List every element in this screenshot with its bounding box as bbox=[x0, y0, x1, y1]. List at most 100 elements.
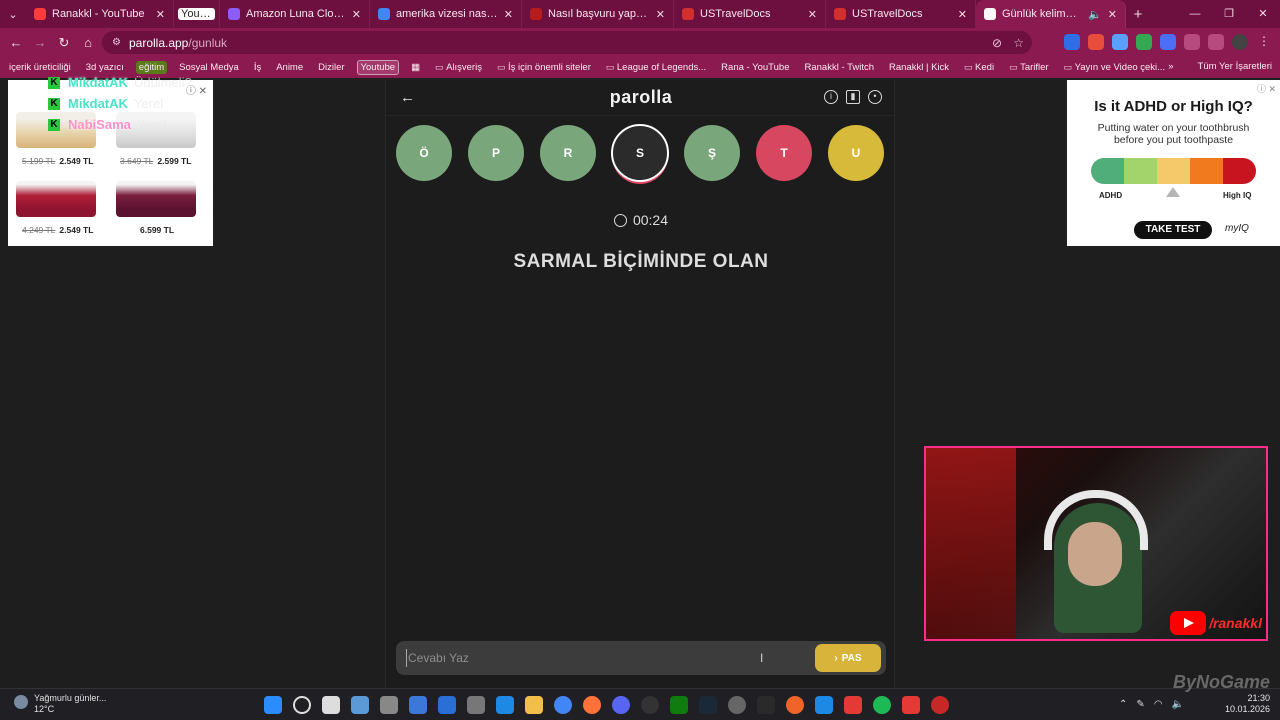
bookmark[interactable]: Anime bbox=[273, 61, 306, 74]
tab-youtube-pinned[interactable]: Youtube bbox=[174, 0, 220, 28]
site-logo[interactable]: parolla bbox=[386, 87, 896, 108]
app-icon[interactable] bbox=[380, 696, 398, 714]
right-ad[interactable]: ⓘ ✕ Is it ADHD or High IQ? Putting water… bbox=[1067, 80, 1280, 246]
tab-parolla-active[interactable]: Günlük kelime oyunu - pa🔈✕ bbox=[976, 0, 1126, 28]
spotify-icon[interactable] bbox=[873, 696, 891, 714]
close-icon[interactable]: ✕ bbox=[156, 8, 165, 21]
tab-basvuru[interactable]: Nasıl başvuru yapılır? - ABD ...✕ bbox=[522, 0, 674, 28]
tab-amerika-vizesi[interactable]: amerika vizesi nasıl alınır - Go✕ bbox=[370, 0, 522, 28]
take-test-button[interactable]: TAKE TEST bbox=[1134, 221, 1212, 239]
volume-icon[interactable]: 🔈 bbox=[1172, 699, 1184, 710]
home-icon[interactable]: ⌂ bbox=[76, 35, 100, 50]
bookmark-folder[interactable]: League of Legends... bbox=[603, 61, 709, 74]
store-icon[interactable] bbox=[438, 696, 456, 714]
extension-icon[interactable] bbox=[1088, 34, 1104, 50]
puzzle-icon[interactable] bbox=[1184, 34, 1200, 50]
letter-bubble-current[interactable]: S bbox=[611, 124, 669, 182]
extension-icon[interactable] bbox=[1136, 34, 1152, 50]
eye-off-icon[interactable]: ⊘ bbox=[992, 36, 1002, 50]
obs-icon[interactable] bbox=[641, 696, 659, 714]
settings-icon[interactable] bbox=[467, 696, 485, 714]
chevron-up-icon[interactable]: ⌃ bbox=[1119, 699, 1127, 710]
pen-icon[interactable]: ✎ bbox=[1136, 699, 1144, 710]
star-icon[interactable]: ☆ bbox=[1013, 36, 1024, 50]
kebab-menu-icon[interactable]: ⋮ bbox=[1256, 34, 1272, 50]
shoe-image[interactable] bbox=[116, 181, 196, 217]
folder-icon[interactable] bbox=[525, 696, 543, 714]
extension-icon[interactable] bbox=[1160, 34, 1176, 50]
close-icon[interactable]: ✕ bbox=[1108, 8, 1117, 21]
app-icon[interactable] bbox=[931, 696, 949, 714]
ad-close-icon[interactable]: ⓘ ✕ bbox=[1257, 82, 1276, 95]
bookmark[interactable]: İş bbox=[251, 61, 264, 74]
history-icon[interactable] bbox=[1208, 34, 1224, 50]
bookmark-folder[interactable]: İş için önemli siteler bbox=[494, 61, 594, 74]
more-chevron-icon[interactable]: » bbox=[1168, 61, 1173, 72]
minimize-icon[interactable]: — bbox=[1178, 0, 1212, 28]
site-info-icon[interactable]: ⚙ bbox=[112, 37, 121, 48]
tab-search-icon[interactable]: ⌄ bbox=[0, 0, 26, 28]
avatar[interactable] bbox=[1232, 34, 1248, 50]
new-tab-button[interactable]: + bbox=[1126, 6, 1150, 23]
weather-widget[interactable]: Yağmurlu günler... 12°C bbox=[14, 693, 106, 715]
tab-ranakkl-youtube[interactable]: Ranakkl - YouTube ✕ bbox=[26, 0, 174, 28]
app-icon[interactable] bbox=[786, 696, 804, 714]
bookmark[interactable]: Diziler bbox=[315, 61, 347, 74]
speaker-icon[interactable]: 🔈 bbox=[1088, 8, 1102, 21]
profile-icon[interactable]: • bbox=[868, 90, 882, 104]
firefox-icon[interactable] bbox=[583, 696, 601, 714]
address-bar[interactable]: ⚙ parolla.app/gunluk ⊘ ☆ bbox=[102, 31, 1032, 54]
app-icon[interactable] bbox=[844, 696, 862, 714]
search-icon[interactable] bbox=[293, 696, 311, 714]
all-bookmarks[interactable]: » Tüm Yer İşaretleri bbox=[1168, 61, 1272, 72]
wifi-icon[interactable]: ◠ bbox=[1154, 699, 1163, 710]
xbox-icon[interactable] bbox=[670, 696, 688, 714]
game-icon[interactable] bbox=[902, 696, 920, 714]
chrome-icon[interactable] bbox=[554, 696, 572, 714]
app-icon[interactable] bbox=[815, 696, 833, 714]
discord-icon[interactable] bbox=[612, 696, 630, 714]
forward-icon[interactable]: → bbox=[28, 35, 52, 50]
bookmark[interactable]: Ranakkl - Twitch bbox=[802, 61, 878, 74]
extension-icon[interactable] bbox=[1112, 34, 1128, 50]
bookmark-folder[interactable]: Yayın ve Video çeki... bbox=[1061, 61, 1169, 74]
close-icon[interactable]: ✕ bbox=[352, 8, 361, 21]
restore-icon[interactable]: ❐ bbox=[1212, 0, 1246, 28]
bookmark-folder[interactable]: Alışveriş bbox=[432, 61, 485, 74]
copilot-icon[interactable] bbox=[409, 696, 427, 714]
info-icon[interactable]: i bbox=[824, 90, 838, 104]
task-view-icon[interactable] bbox=[322, 696, 340, 714]
close-icon[interactable]: ✕ bbox=[808, 8, 817, 21]
pass-button[interactable]: › PAS bbox=[815, 644, 881, 672]
letter-bubble[interactable]: T bbox=[756, 125, 812, 181]
windows-start-icon[interactable] bbox=[264, 696, 282, 714]
steam-icon[interactable] bbox=[699, 696, 717, 714]
extension-icon[interactable] bbox=[1064, 34, 1080, 50]
tab-ustraveldocs-1[interactable]: USTravelDocs ✕ bbox=[674, 0, 826, 28]
letter-bubble[interactable]: R bbox=[540, 125, 596, 181]
app-icon[interactable] bbox=[728, 696, 746, 714]
mail-icon[interactable] bbox=[496, 696, 514, 714]
close-icon[interactable]: ✕ bbox=[958, 8, 967, 21]
apps-grid-icon[interactable]: ▦ bbox=[408, 61, 423, 74]
back-icon[interactable]: ← bbox=[4, 35, 28, 50]
letter-bubble[interactable]: P bbox=[468, 125, 524, 181]
bookmark[interactable]: Ranakkl | Kick bbox=[886, 61, 952, 74]
clock[interactable]: 21:30 10.01.2026 bbox=[1225, 693, 1270, 715]
tab-ustraveldocs-2[interactable]: USTravelDocs ✕ bbox=[826, 0, 976, 28]
close-icon[interactable]: ✕ bbox=[504, 8, 513, 21]
epic-games-icon[interactable] bbox=[757, 696, 775, 714]
letter-bubble[interactable]: Ş bbox=[684, 125, 740, 181]
app-icon[interactable] bbox=[351, 696, 369, 714]
close-window-icon[interactable]: ✕ bbox=[1246, 0, 1280, 28]
bookmark-folder[interactable]: Tarifler bbox=[1006, 61, 1052, 74]
shoe-image[interactable] bbox=[16, 181, 96, 217]
letter-bubble[interactable]: U bbox=[828, 125, 884, 181]
bookmark[interactable]: Youtube bbox=[356, 60, 400, 75]
letter-bubble[interactable]: Ö bbox=[396, 125, 452, 181]
reload-icon[interactable]: ↻ bbox=[52, 35, 76, 51]
bookmark-folder[interactable]: Kedi bbox=[961, 61, 997, 74]
close-icon[interactable]: ✕ bbox=[656, 8, 665, 21]
answer-input[interactable] bbox=[406, 649, 806, 667]
bookmark[interactable]: Rana - YouTube bbox=[718, 61, 792, 74]
